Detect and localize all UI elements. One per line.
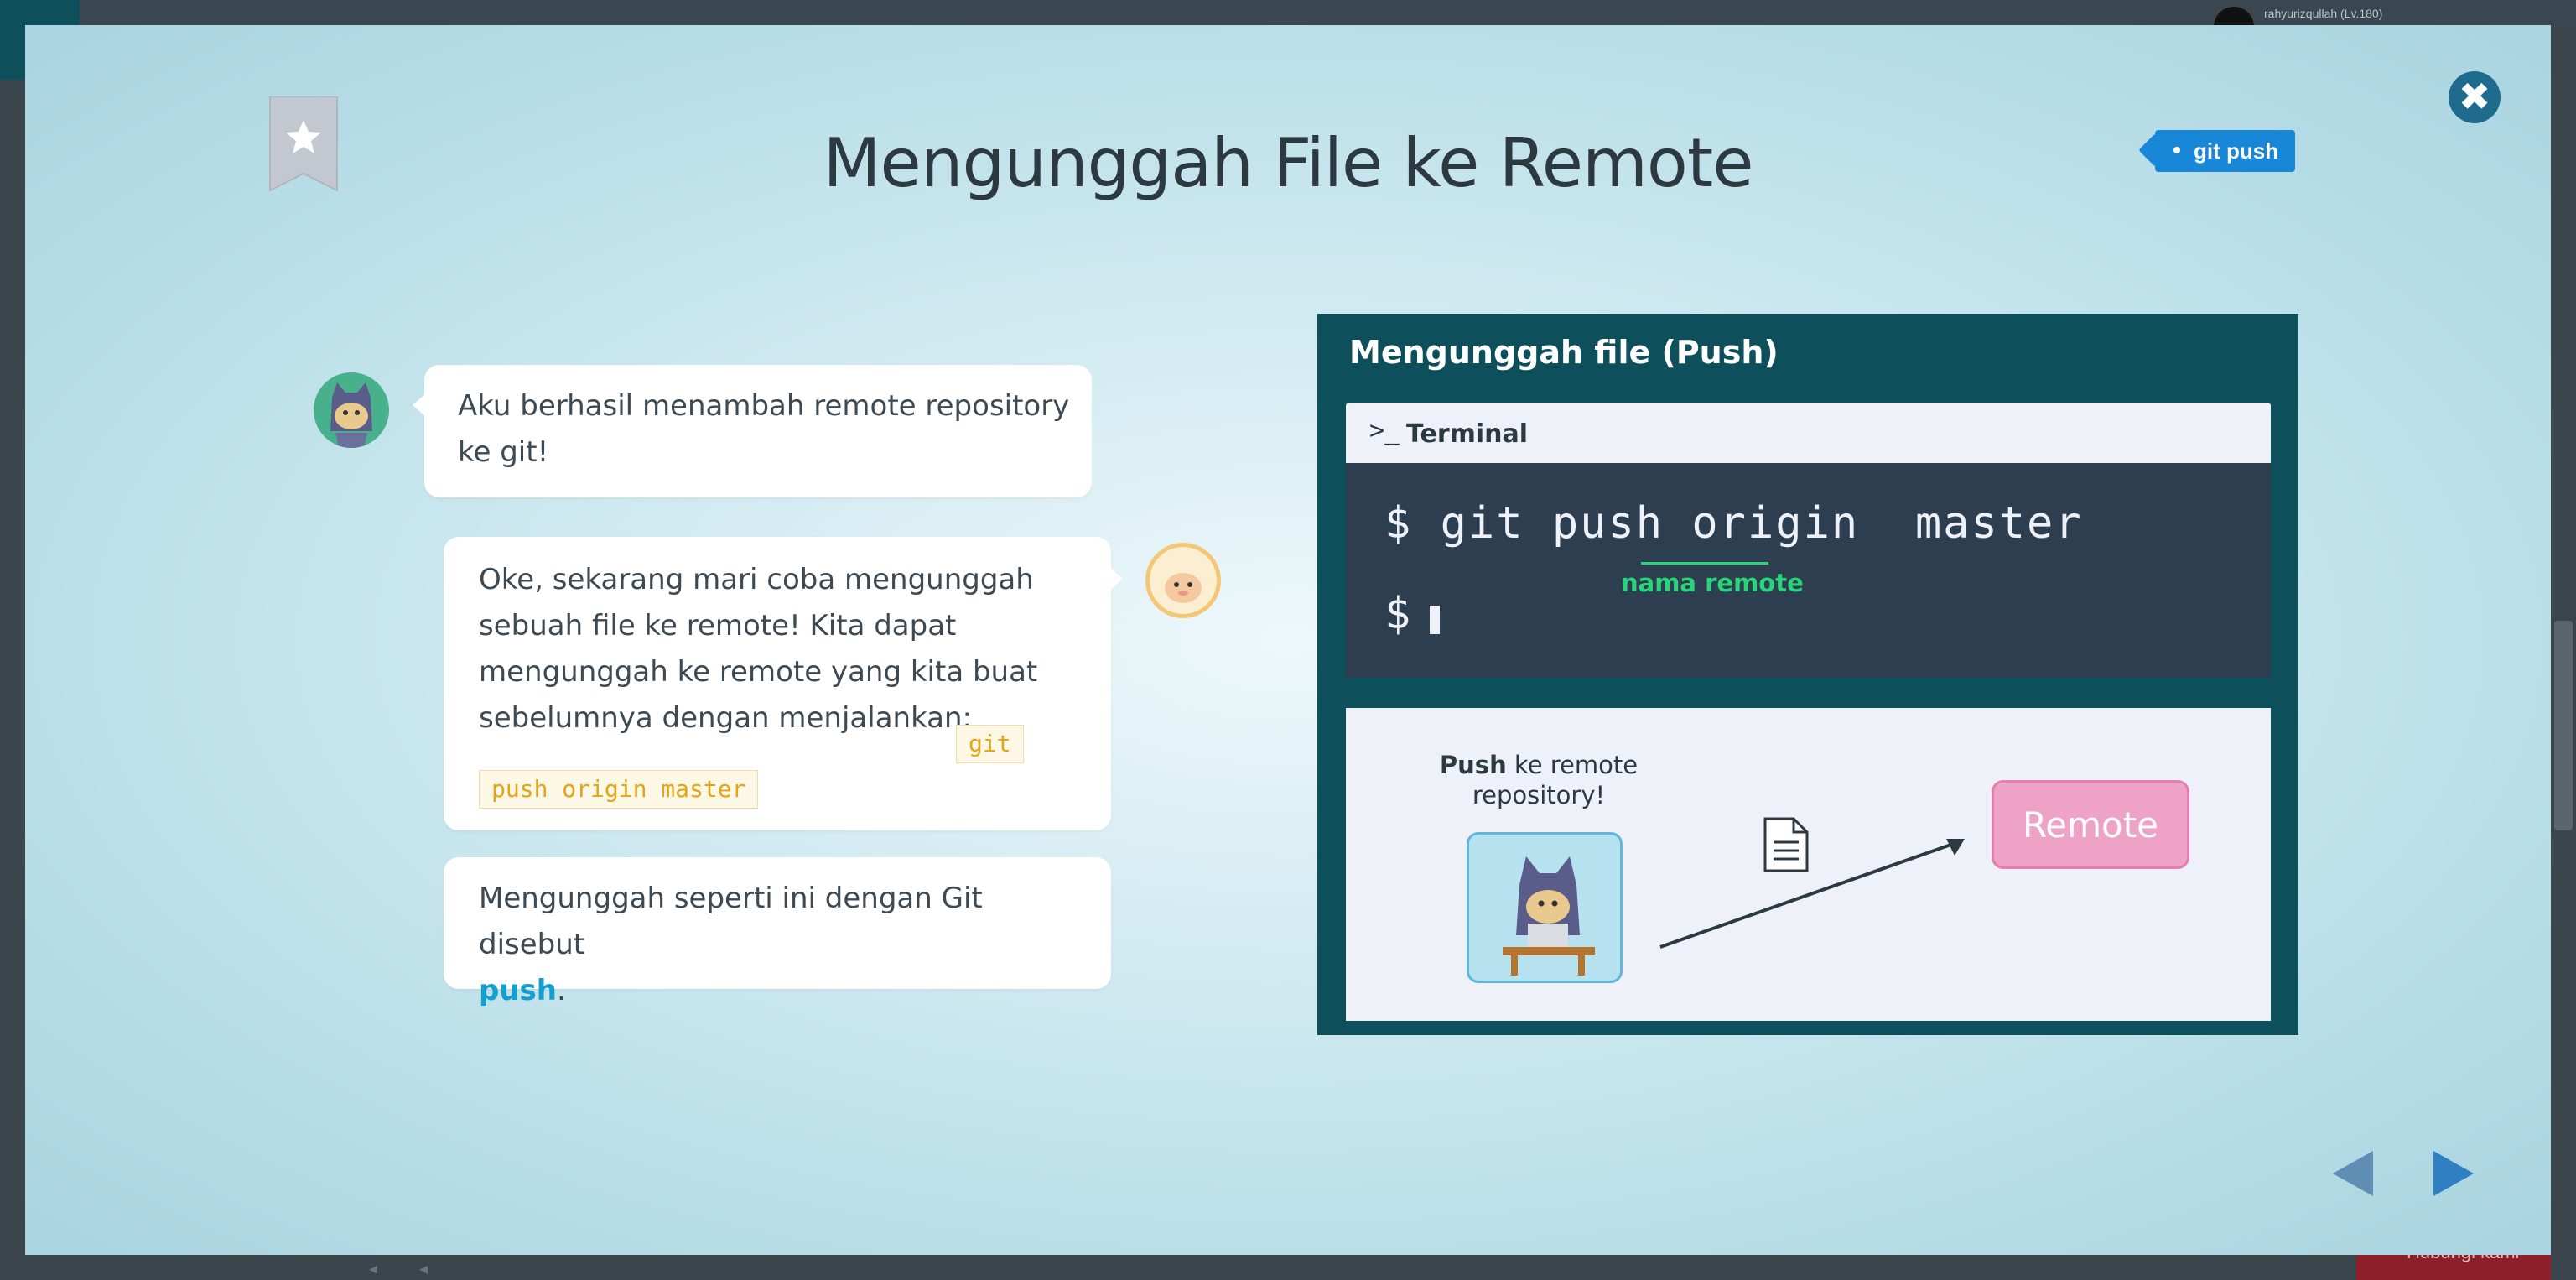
slide-panel: Mengunggah file (Push) >_ Terminal $ git… xyxy=(1317,314,2298,1035)
slide-modal: ✖ Mengunggah File ke Remote git push Aku… xyxy=(25,25,2551,1255)
scroll-right-icon[interactable]: ◂ xyxy=(419,1258,428,1278)
close-button[interactable]: ✖ xyxy=(2449,71,2501,123)
inline-code: push origin master xyxy=(479,770,759,809)
ninja-cat-avatar xyxy=(314,372,389,448)
close-icon: ✖ xyxy=(2458,74,2491,119)
terminal-header: >_ Terminal xyxy=(1346,403,2271,463)
diagram-caption: Push ke remote repository! xyxy=(1430,750,1648,810)
remote-box: Remote xyxy=(1992,780,2189,869)
topic-tag: git push xyxy=(2155,130,2296,172)
remote-label: Remote xyxy=(2022,804,2159,846)
next-slide-button[interactable] xyxy=(2428,1147,2479,1199)
app-topbar xyxy=(0,0,2576,25)
terminal-prompt: $ xyxy=(1384,589,1411,639)
chat-message-end: . xyxy=(557,974,566,1007)
terminal-hint: nama remote xyxy=(1621,569,1804,597)
app-sidebar xyxy=(0,80,25,1280)
terminal-cursor xyxy=(1430,606,1440,634)
chat-message: Mengunggah seperti ini dengan Git disebu… xyxy=(479,876,1091,1014)
remote-underline xyxy=(1641,562,1768,565)
slide-title: Mengunggah file (Push) xyxy=(1349,334,1779,371)
app-footer xyxy=(0,1255,2576,1280)
user-name: rahyurizqullah (Lv.180) xyxy=(2264,7,2383,20)
keyword-highlight: push xyxy=(479,974,557,1007)
sheep-avatar xyxy=(1145,543,1221,618)
ninja-cat-illustration xyxy=(1467,832,1623,983)
previous-slide-button[interactable] xyxy=(2328,1147,2378,1199)
chat-message: Oke, sekarang mari coba mengunggah sebua… xyxy=(479,563,1038,735)
terminal-body: $ git push origin master nama remote $ xyxy=(1346,463,2271,678)
topic-tag-label: git push xyxy=(2194,138,2279,164)
scrollbar-thumb[interactable] xyxy=(2554,621,2573,830)
terminal-icon: >_ xyxy=(1369,416,1400,445)
push-diagram: Push ke remote repository! Remote xyxy=(1346,708,2271,1021)
caption-bold: Push xyxy=(1439,751,1507,779)
chat-message-text: Mengunggah seperti ini dengan Git disebu… xyxy=(479,882,983,961)
scroll-left-icon[interactable]: ◂ xyxy=(369,1258,377,1278)
triangle-left-icon xyxy=(2333,1151,2373,1196)
inline-code: git xyxy=(956,725,1024,763)
tag-dot-icon xyxy=(2174,147,2180,153)
push-arrow-icon xyxy=(1659,839,1965,949)
chat-bubble-teacher: Mengunggah seperti ini dengan Git disebu… xyxy=(444,857,1111,1007)
chat-bubble-student: Aku berhasil menambah remote repository … xyxy=(413,365,1092,497)
chat-message: Aku berhasil menambah remote repository … xyxy=(458,389,1070,469)
terminal-label: Terminal xyxy=(1406,419,1529,449)
terminal-command: $ git push origin master xyxy=(1384,498,2083,549)
triangle-right-icon xyxy=(2433,1151,2474,1196)
